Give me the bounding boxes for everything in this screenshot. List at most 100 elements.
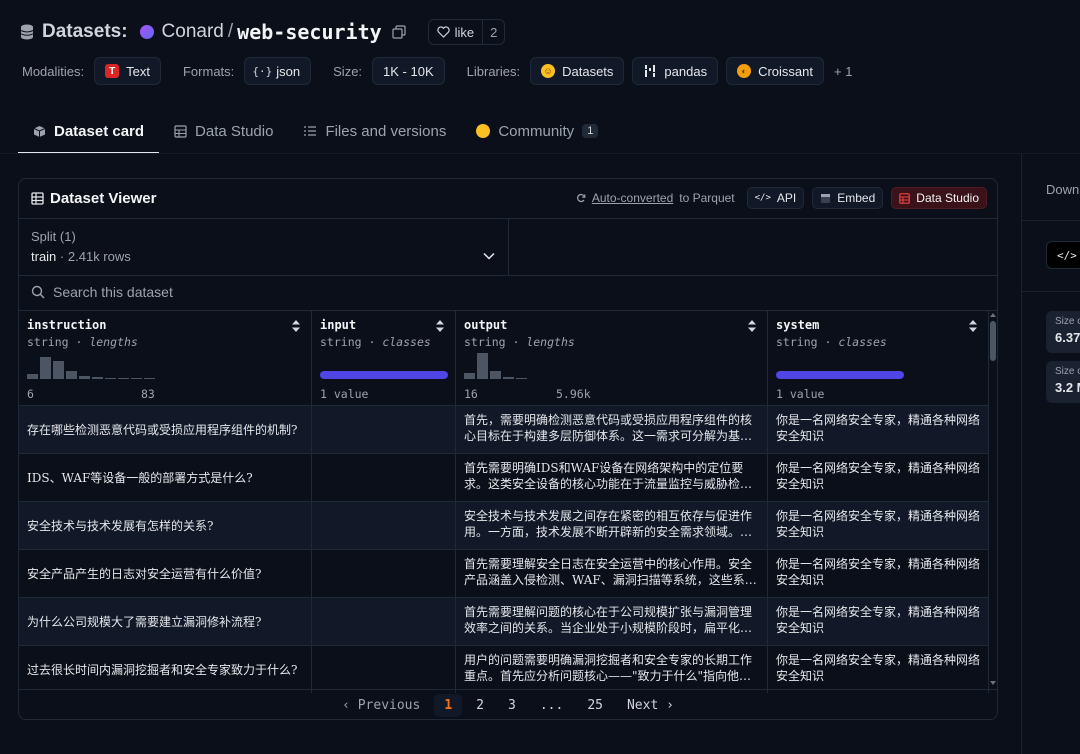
library-chip-datasets[interactable]: ☺ Datasets (530, 57, 625, 85)
cell-output[interactable]: 首先，需要明确检测恶意代码或受损应用程序组件的核心目标在于构建多层防御体系。这一… (456, 406, 768, 453)
table-row[interactable]: 安全技术与技术发展有怎样的关系? 安全技术与技术发展之间存在紧密的相互依存与促进… (19, 501, 989, 549)
chevron-down-icon[interactable] (482, 249, 496, 263)
modality-chip[interactable]: T Text (94, 57, 161, 85)
auto-converted-link[interactable]: Auto-converted (592, 191, 673, 205)
class-distribution-bar[interactable] (776, 371, 904, 379)
cell-output[interactable]: 首先需要明确IDS和WAF设备在网络架构中的定位要求。这类安全设备的核心功能在于… (456, 454, 768, 501)
column-name: output (464, 318, 508, 332)
tab-data-studio[interactable]: Data Studio (159, 110, 288, 152)
library-chip-croissant[interactable]: ◐ Croissant (726, 57, 824, 85)
column-subtype: classes (838, 335, 887, 349)
search-input[interactable]: Search this dataset (53, 284, 173, 300)
more-libraries[interactable]: + 1 (834, 64, 852, 79)
like-count: 2 (482, 20, 504, 44)
cell-instruction[interactable]: IDS、WAF等设备一般的部署方式是什么? (19, 454, 312, 501)
scroll-up-arrow[interactable] (990, 313, 996, 317)
cell-output[interactable]: 首先需要理解问题的核心在于公司规模扩张与漏洞管理效率之间的关系。当企业处于小规模… (456, 598, 768, 645)
tab-dataset-card[interactable]: Dataset card (18, 110, 160, 154)
cell-text: 安全技术与技术发展之间存在紧密的相互依存与促进作用。一方面，技术发展不断开辟新的… (464, 509, 753, 539)
viewer-title-text: Dataset Viewer (50, 190, 157, 207)
cell-input[interactable] (312, 550, 456, 597)
column-header-instruction[interactable]: instruction string · lengths 6 83 (19, 311, 312, 405)
table-row[interactable]: 存在哪些检测恶意代码或受损应用程序组件的机制? 首先，需要明确检测恶意代码或受损… (19, 405, 989, 453)
cell-system[interactable]: 你是一名网络安全专家，精通各种网络安全知识 (768, 598, 989, 645)
cell-text: 首先需要理解问题的核心在于公司规模扩张与漏洞管理效率之间的关系。当企业处于小规模… (464, 605, 753, 635)
like-button[interactable]: like 2 (427, 19, 506, 45)
column-type: string · lengths (27, 335, 138, 349)
table-row[interactable]: 安全产品产生的日志对安全运营有什么价值? 首先需要理解安全日志在安全运营中的核心… (19, 549, 989, 597)
format-chip[interactable]: {·} json (244, 57, 312, 85)
column-header-system[interactable]: system string · classes 1 value (768, 311, 989, 405)
cell-text: 你是一名网络安全专家，精通各种网络安全知识 (776, 461, 980, 491)
page-button[interactable]: 2 (466, 694, 494, 717)
cell-output[interactable]: 安全技术与技术发展之间存在紧密的相互依存与促进作用。一方面，技术发展不断开辟新的… (456, 502, 768, 549)
length-histogram (464, 353, 527, 379)
cell-system[interactable]: 你是一名网络安全专家，精通各种网络安全知识 (768, 646, 989, 693)
cell-system[interactable]: 你是一名网络安全专家，精通各种网络安全知识 (768, 406, 989, 453)
page-button[interactable]: 1 (434, 694, 463, 717)
sort-icon[interactable] (747, 319, 757, 333)
copy-icon[interactable] (392, 25, 406, 39)
cell-input[interactable] (312, 502, 456, 549)
column-subtype: lengths (89, 335, 138, 349)
dataset-viewer: Dataset Viewer Auto-converted to Parquet … (18, 178, 998, 720)
table-row[interactable]: 为什么公司规模大了需要建立漏洞修补流程? 首先需要理解问题的核心在于公司规模扩张… (19, 597, 989, 645)
cell-instruction[interactable]: 过去很长时间内漏洞挖掘者和安全专家致力于什么? (19, 646, 312, 693)
class-distribution-bar[interactable] (320, 371, 448, 379)
previous-page-button[interactable]: ‹ Previous (332, 694, 430, 717)
cell-input[interactable] (312, 454, 456, 501)
page-button[interactable]: 3 (498, 694, 526, 717)
sort-icon[interactable] (291, 319, 301, 333)
library-chip-pandas[interactable]: pandas (632, 57, 719, 85)
cell-output[interactable]: 首先需要理解安全日志在安全运营中的核心作用。安全产品涵盖入侵检测、WAF、漏洞扫… (456, 550, 768, 597)
histogram-bar (144, 378, 155, 379)
cell-input[interactable] (312, 598, 456, 645)
cell-system[interactable]: 你是一名网络安全专家，精通各种网络安全知识 (768, 454, 989, 501)
cell-instruction[interactable]: 安全产品产生的日志对安全运营有什么价值? (19, 550, 312, 597)
code-icon: </> (1057, 248, 1077, 262)
api-button[interactable]: </> API (746, 187, 805, 209)
cell-input[interactable] (312, 646, 456, 693)
column-subtype: classes (382, 335, 431, 349)
embed-button[interactable]: Embed (812, 187, 884, 209)
cell-instruction[interactable]: 存在哪些检测恶意代码或受损应用程序组件的机制? (19, 406, 312, 453)
sort-icon[interactable] (968, 319, 978, 333)
split-selector[interactable]: Split (1) train · 2.41k rows (19, 219, 509, 275)
tab-files-and-versions[interactable]: Files and versions (288, 110, 461, 152)
section-label[interactable]: Datasets: (42, 21, 128, 43)
column-header-input[interactable]: input string · classes 1 value (312, 311, 456, 405)
tab-community[interactable]: Community 1 (461, 110, 613, 152)
scroll-down-arrow[interactable] (990, 681, 996, 685)
cell-instruction[interactable]: 为什么公司规模大了需要建立漏洞修补流程? (19, 598, 312, 645)
size-card-value: 6.37 (1055, 330, 1080, 345)
use-dataset-button[interactable]: </>U (1046, 241, 1080, 269)
data-studio-button[interactable]: Data Studio (891, 187, 987, 209)
cell-output[interactable]: 用户的问题需要明确漏洞挖掘者和安全专家的长期工作重点。首先应分析问题核心——"致… (456, 646, 768, 693)
cell-instruction[interactable]: 安全技术与技术发展有怎样的关系? (19, 502, 312, 549)
page-button[interactable]: 25 (577, 694, 613, 717)
sidebar-divider (1021, 154, 1022, 754)
column-subtype: lengths (526, 335, 575, 349)
cell-input[interactable] (312, 406, 456, 453)
table-scrollbar[interactable] (989, 311, 997, 689)
cell-text: 你是一名网络安全专家，精通各种网络安全知识 (776, 413, 980, 443)
column-header-output[interactable]: output string · lengths 16 5.96k (456, 311, 768, 405)
column-type: string · classes (320, 335, 431, 349)
cell-system[interactable]: 你是一名网络安全专家，精通各种网络安全知识 (768, 550, 989, 597)
cell-system[interactable]: 你是一名网络安全专家，精通各种网络安全知识 (768, 502, 989, 549)
org-avatar[interactable] (139, 25, 154, 39)
size-chip[interactable]: 1K - 10K (372, 57, 445, 85)
tab-label: Community (498, 122, 575, 140)
org-name[interactable]: Conard (162, 21, 224, 43)
viewer-title: Dataset Viewer (31, 190, 156, 207)
divider (19, 275, 997, 276)
table-row[interactable]: 过去很长时间内漏洞挖掘者和安全专家致力于什么? 用户的问题需要明确漏洞挖掘者和安… (19, 645, 989, 693)
sort-icon[interactable] (435, 319, 445, 333)
next-page-button[interactable]: Next › (617, 694, 684, 717)
table-row[interactable]: IDS、WAF等设备一般的部署方式是什么? 首先需要明确IDS和WAF设备在网络… (19, 453, 989, 501)
repo-name[interactable]: web-security (237, 20, 382, 44)
size-card-label: Size o (1055, 316, 1080, 327)
scrollbar-thumb[interactable] (990, 321, 996, 361)
search-bar[interactable]: Search this dataset (31, 284, 173, 300)
formats-label: Formats: (182, 63, 235, 79)
